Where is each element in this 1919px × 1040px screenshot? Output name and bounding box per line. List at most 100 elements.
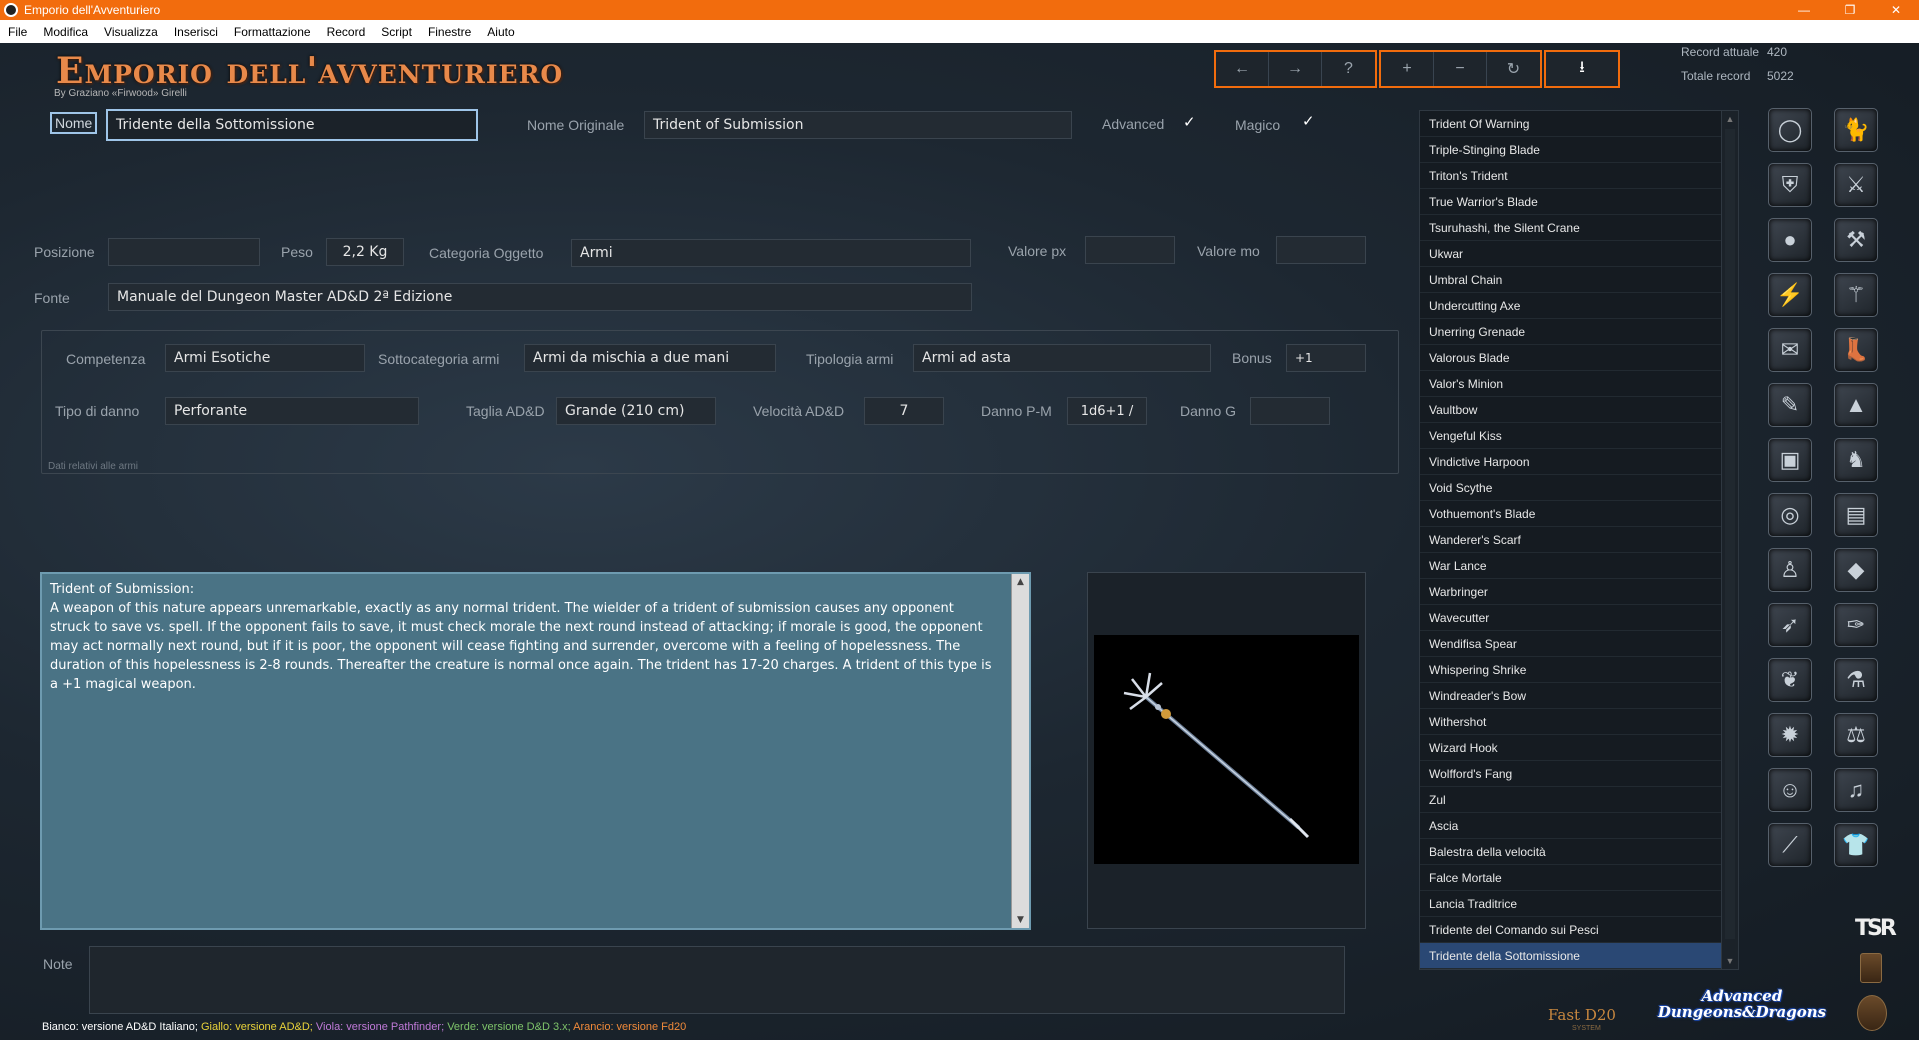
list-item[interactable]: Vindictive Harpoon <box>1420 449 1722 475</box>
list-scroll-down-icon[interactable]: ▼ <box>1722 953 1738 969</box>
list-item[interactable]: Lancia Traditrice <box>1420 891 1722 917</box>
prev-record-icon[interactable]: ← <box>1216 52 1269 86</box>
quiver-icon[interactable]: ➶ <box>1768 603 1812 647</box>
orb-icon[interactable]: ● <box>1768 218 1812 262</box>
list-item[interactable]: Balestra della velocità <box>1420 839 1722 865</box>
bonus-field[interactable]: +1 <box>1286 344 1366 372</box>
refresh-icon[interactable]: ↻ <box>1487 52 1540 86</box>
list-item[interactable]: Ascia <box>1420 813 1722 839</box>
magico-checkbox[interactable]: ✓ <box>1302 112 1315 130</box>
list-item[interactable]: Tridente della Sottomissione <box>1420 943 1722 969</box>
menu-script[interactable]: Script <box>373 25 420 39</box>
tipo-danno-field[interactable]: Perforante <box>165 397 419 425</box>
menu-aiuto[interactable]: Aiuto <box>479 25 522 39</box>
list-item[interactable]: Valorous Blade <box>1420 345 1722 371</box>
velocita-field[interactable]: 7 <box>864 397 944 425</box>
record-list-scrollbar[interactable]: ▲ ▼ <box>1721 111 1738 969</box>
scales-icon[interactable]: ⚖ <box>1834 713 1878 757</box>
list-item[interactable]: Withershot <box>1420 709 1722 735</box>
scroll-down-icon[interactable]: ▼ <box>1012 912 1029 928</box>
list-item[interactable]: Trident Of Warning <box>1420 111 1722 137</box>
menu-inserisci[interactable]: Inserisci <box>166 25 226 39</box>
weapon-icon[interactable]: ⚔ <box>1834 163 1878 207</box>
nome-field[interactable]: Tridente della Sottomissione <box>106 109 478 141</box>
scroll-icon[interactable]: ❦ <box>1768 658 1812 702</box>
categoria-field[interactable]: Armi <box>571 239 971 267</box>
nome-originale-field[interactable]: Trident of Submission <box>644 111 1072 139</box>
list-item[interactable]: Tridente del Comando sui Pesci <box>1420 917 1722 943</box>
danno-pm-field[interactable]: 1d6+1 / <box>1067 397 1147 425</box>
next-record-icon[interactable]: → <box>1269 52 1322 86</box>
peso-field[interactable]: 2,2 Kg <box>326 238 404 266</box>
danno-g-field[interactable] <box>1250 397 1330 425</box>
valore-mo-field[interactable] <box>1276 236 1366 264</box>
posizione-field[interactable] <box>108 238 260 266</box>
doll-icon[interactable]: ☺ <box>1768 768 1812 812</box>
menu-visualizza[interactable]: Visualizza <box>96 25 166 39</box>
sottocategoria-field[interactable]: Armi da mischia a due mani <box>524 344 776 372</box>
list-scroll-thumb[interactable] <box>1725 129 1735 939</box>
horse-icon[interactable]: ♞ <box>1834 438 1878 482</box>
add-record-icon[interactable]: + <box>1381 52 1434 86</box>
list-item[interactable]: Vengeful Kiss <box>1420 423 1722 449</box>
advanced-checkbox[interactable]: ✓ <box>1183 113 1196 131</box>
list-scroll-up-icon[interactable]: ▲ <box>1722 111 1738 127</box>
fire-icon[interactable]: ✹ <box>1768 713 1812 757</box>
list-item[interactable]: Whispering Shrike <box>1420 657 1722 683</box>
menu-formattazione[interactable]: Formattazione <box>226 25 319 39</box>
minimize-button[interactable]: — <box>1781 0 1827 20</box>
menu-modifica[interactable]: Modifica <box>35 25 96 39</box>
list-item[interactable]: Void Scythe <box>1420 475 1722 501</box>
restore-button[interactable]: ❐ <box>1827 0 1873 20</box>
menu-finestre[interactable]: Finestre <box>420 25 479 39</box>
scroll-up-icon[interactable]: ▲ <box>1012 574 1029 590</box>
feather-icon[interactable]: ✑ <box>1834 603 1878 647</box>
list-item[interactable]: Unerring Grenade <box>1420 319 1722 345</box>
clothing-icon[interactable]: 👕 <box>1834 823 1878 867</box>
book-icon[interactable]: ▤ <box>1834 493 1878 537</box>
menu-record[interactable]: Record <box>319 25 374 39</box>
competenza-field[interactable]: Armi Esotiche <box>165 344 365 372</box>
list-item[interactable]: War Lance <box>1420 553 1722 579</box>
fonte-field[interactable]: Manuale del Dungeon Master AD&D 2ª Edizi… <box>108 283 972 311</box>
chest-icon[interactable]: ▣ <box>1768 438 1812 482</box>
instrument-icon[interactable]: ♫ <box>1834 768 1878 812</box>
tipologia-field[interactable]: Armi ad asta <box>913 344 1211 372</box>
tools-icon[interactable]: ⚒ <box>1834 218 1878 262</box>
list-item[interactable]: Wolfford's Fang <box>1420 761 1722 787</box>
ring-icon[interactable]: ◯ <box>1768 108 1812 152</box>
list-item[interactable]: Vothuemont's Blade <box>1420 501 1722 527</box>
list-item[interactable]: Valor's Minion <box>1420 371 1722 397</box>
list-item[interactable]: Wendifisa Spear <box>1420 631 1722 657</box>
backpack-icon[interactable]: ✉ <box>1768 328 1812 372</box>
note-field[interactable] <box>89 946 1345 1014</box>
help-icon[interactable]: ? <box>1322 52 1375 86</box>
description-scrollbar[interactable]: ▲ ▼ <box>1011 574 1029 928</box>
boots-icon[interactable]: 👢 <box>1834 328 1878 372</box>
taglia-field[interactable]: Grande (210 cm) <box>556 397 716 425</box>
list-item[interactable]: Vaultbow <box>1420 397 1722 423</box>
list-item[interactable]: Tsuruhashi, the Silent Crane <box>1420 215 1722 241</box>
gem-icon[interactable]: ◆ <box>1834 548 1878 592</box>
list-item[interactable]: Umbral Chain <box>1420 267 1722 293</box>
rod-icon[interactable]: ⚚ <box>1834 273 1878 317</box>
list-item[interactable]: True Warrior's Blade <box>1420 189 1722 215</box>
list-item[interactable]: Wavecutter <box>1420 605 1722 631</box>
list-item[interactable]: Windreader's Bow <box>1420 683 1722 709</box>
close-button[interactable]: ✕ <box>1873 0 1919 20</box>
amulet-icon[interactable]: ◎ <box>1768 493 1812 537</box>
robe-icon[interactable]: ♙ <box>1768 548 1812 592</box>
hat-icon[interactable]: ▲ <box>1834 383 1878 427</box>
list-item[interactable]: Triton's Trident <box>1420 163 1722 189</box>
export-icon[interactable]: ⭳ <box>1546 52 1618 86</box>
delete-record-icon[interactable]: − <box>1434 52 1487 86</box>
list-item[interactable]: Wanderer's Scarf <box>1420 527 1722 553</box>
wand-icon[interactable]: ⚡ <box>1768 273 1812 317</box>
staff-icon[interactable]: ⟋ <box>1768 823 1812 867</box>
list-item[interactable]: Undercutting Axe <box>1420 293 1722 319</box>
menu-file[interactable]: File <box>0 25 35 39</box>
list-item[interactable]: Wizard Hook <box>1420 735 1722 761</box>
dye-icon[interactable]: ✎ <box>1768 383 1812 427</box>
list-item[interactable]: Zul <box>1420 787 1722 813</box>
list-item[interactable]: Warbringer <box>1420 579 1722 605</box>
